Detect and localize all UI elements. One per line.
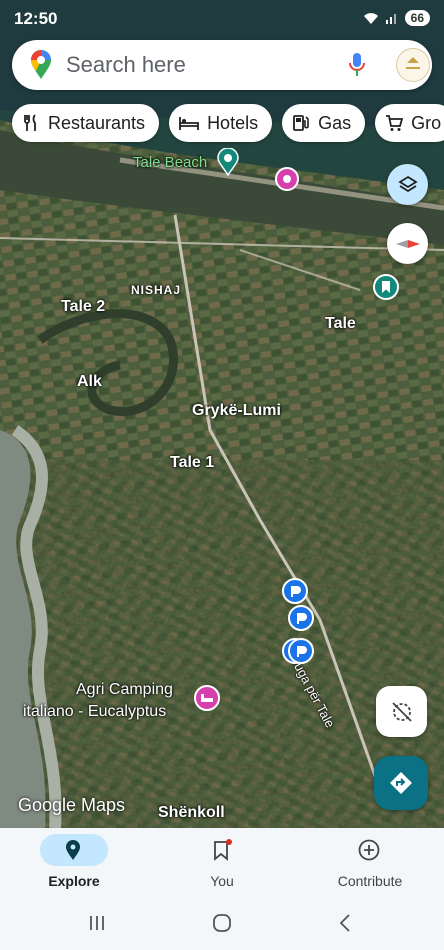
place-label-tale-beach[interactable]: Tale Beach — [133, 154, 207, 171]
pink-pin-icon — [275, 167, 299, 191]
parking-pin-icon — [288, 605, 314, 631]
compass-icon — [395, 239, 420, 248]
chip-restaurants-label: Restaurants — [48, 112, 146, 133]
place-label-camping-line2[interactable]: italiano - Eucalyptus — [23, 703, 166, 721]
search-input[interactable]: Search here — [66, 52, 186, 78]
system-navigation-bar — [0, 896, 444, 950]
tab-contribute-label: Contribute — [337, 873, 403, 889]
place-label-tale-1[interactable]: Tale 1 — [170, 454, 214, 472]
explore-pin-icon — [66, 840, 80, 860]
chip-restaurants[interactable]: Restaurants — [12, 104, 160, 142]
bookmark-pin-icon — [373, 274, 399, 300]
tab-explore[interactable]: Explore — [0, 828, 148, 898]
place-label-tale-2[interactable]: Tale 2 — [61, 298, 105, 316]
chip-gas-label: Gas — [318, 112, 352, 133]
search-bar[interactable]: Search here — [12, 40, 432, 90]
status-bar: 12:50 66 — [0, 0, 444, 38]
chip-hotels[interactable]: Hotels — [169, 104, 273, 142]
parking-pin-icon — [288, 638, 314, 664]
chip-gas[interactable]: Gas — [282, 104, 366, 142]
parking-marker-4[interactable] — [288, 638, 314, 669]
chip-groceries[interactable]: Gro — [375, 104, 444, 142]
status-icons: 66 — [363, 10, 430, 26]
directions-icon — [390, 772, 412, 794]
pink-marker-north[interactable] — [275, 167, 299, 198]
recents-icon[interactable] — [88, 914, 106, 932]
back-icon[interactable] — [338, 913, 352, 933]
battery-indicator: 66 — [404, 10, 430, 26]
tab-you[interactable]: You — [148, 828, 296, 898]
saved-place-marker[interactable] — [373, 274, 399, 305]
place-label-tale[interactable]: Tale — [325, 315, 356, 333]
directions-button[interactable] — [374, 756, 428, 810]
chip-groceries-label: Gro — [411, 112, 442, 133]
place-label-camping-line1[interactable]: Agri Camping — [76, 681, 173, 699]
signal-icon — [385, 14, 396, 24]
status-time: 12:50 — [14, 9, 58, 28]
home-icon[interactable] — [212, 913, 232, 933]
location-button[interactable] — [376, 686, 427, 737]
add-circle-icon — [358, 839, 380, 861]
gas-pump-icon — [293, 115, 309, 131]
maps-logo-icon — [31, 50, 51, 79]
place-label-nishaj[interactable]: NISHAJ — [131, 283, 181, 297]
parking-pin-icon — [282, 578, 308, 604]
layers-icon — [397, 175, 418, 192]
location-disabled-icon — [391, 701, 412, 722]
bookmark-icon — [214, 839, 232, 861]
beach-pin-icon — [217, 147, 239, 177]
mic-icon[interactable] — [348, 52, 366, 78]
hotel-pin-icon — [194, 685, 220, 711]
tab-contribute[interactable]: Contribute — [296, 828, 444, 898]
tab-explore-label: Explore — [48, 873, 100, 889]
place-label-alk[interactable]: Alk — [77, 373, 102, 391]
avatar-logo-icon — [406, 57, 420, 69]
layers-button[interactable] — [387, 164, 428, 205]
category-chips: Restaurants Hotels Gas Gro — [12, 104, 444, 142]
place-label-gryke-lumi[interactable]: Grykë-Lumi — [192, 402, 281, 420]
chip-hotels-label: Hotels — [207, 112, 259, 133]
camping-marker[interactable] — [194, 685, 220, 716]
tab-you-label: You — [210, 873, 234, 889]
compass-button[interactable] — [387, 223, 428, 264]
cart-icon — [386, 115, 404, 131]
google-maps-watermark: Google Maps — [18, 795, 126, 815]
parking-marker-2[interactable] — [288, 605, 314, 636]
beach-marker[interactable] — [217, 147, 239, 181]
place-label-shenkoll[interactable]: Shënkoll — [158, 804, 225, 822]
bed-icon — [179, 117, 199, 130]
fork-knife-icon — [24, 114, 36, 131]
profile-avatar[interactable] — [396, 48, 430, 82]
wifi-icon — [363, 13, 378, 24]
